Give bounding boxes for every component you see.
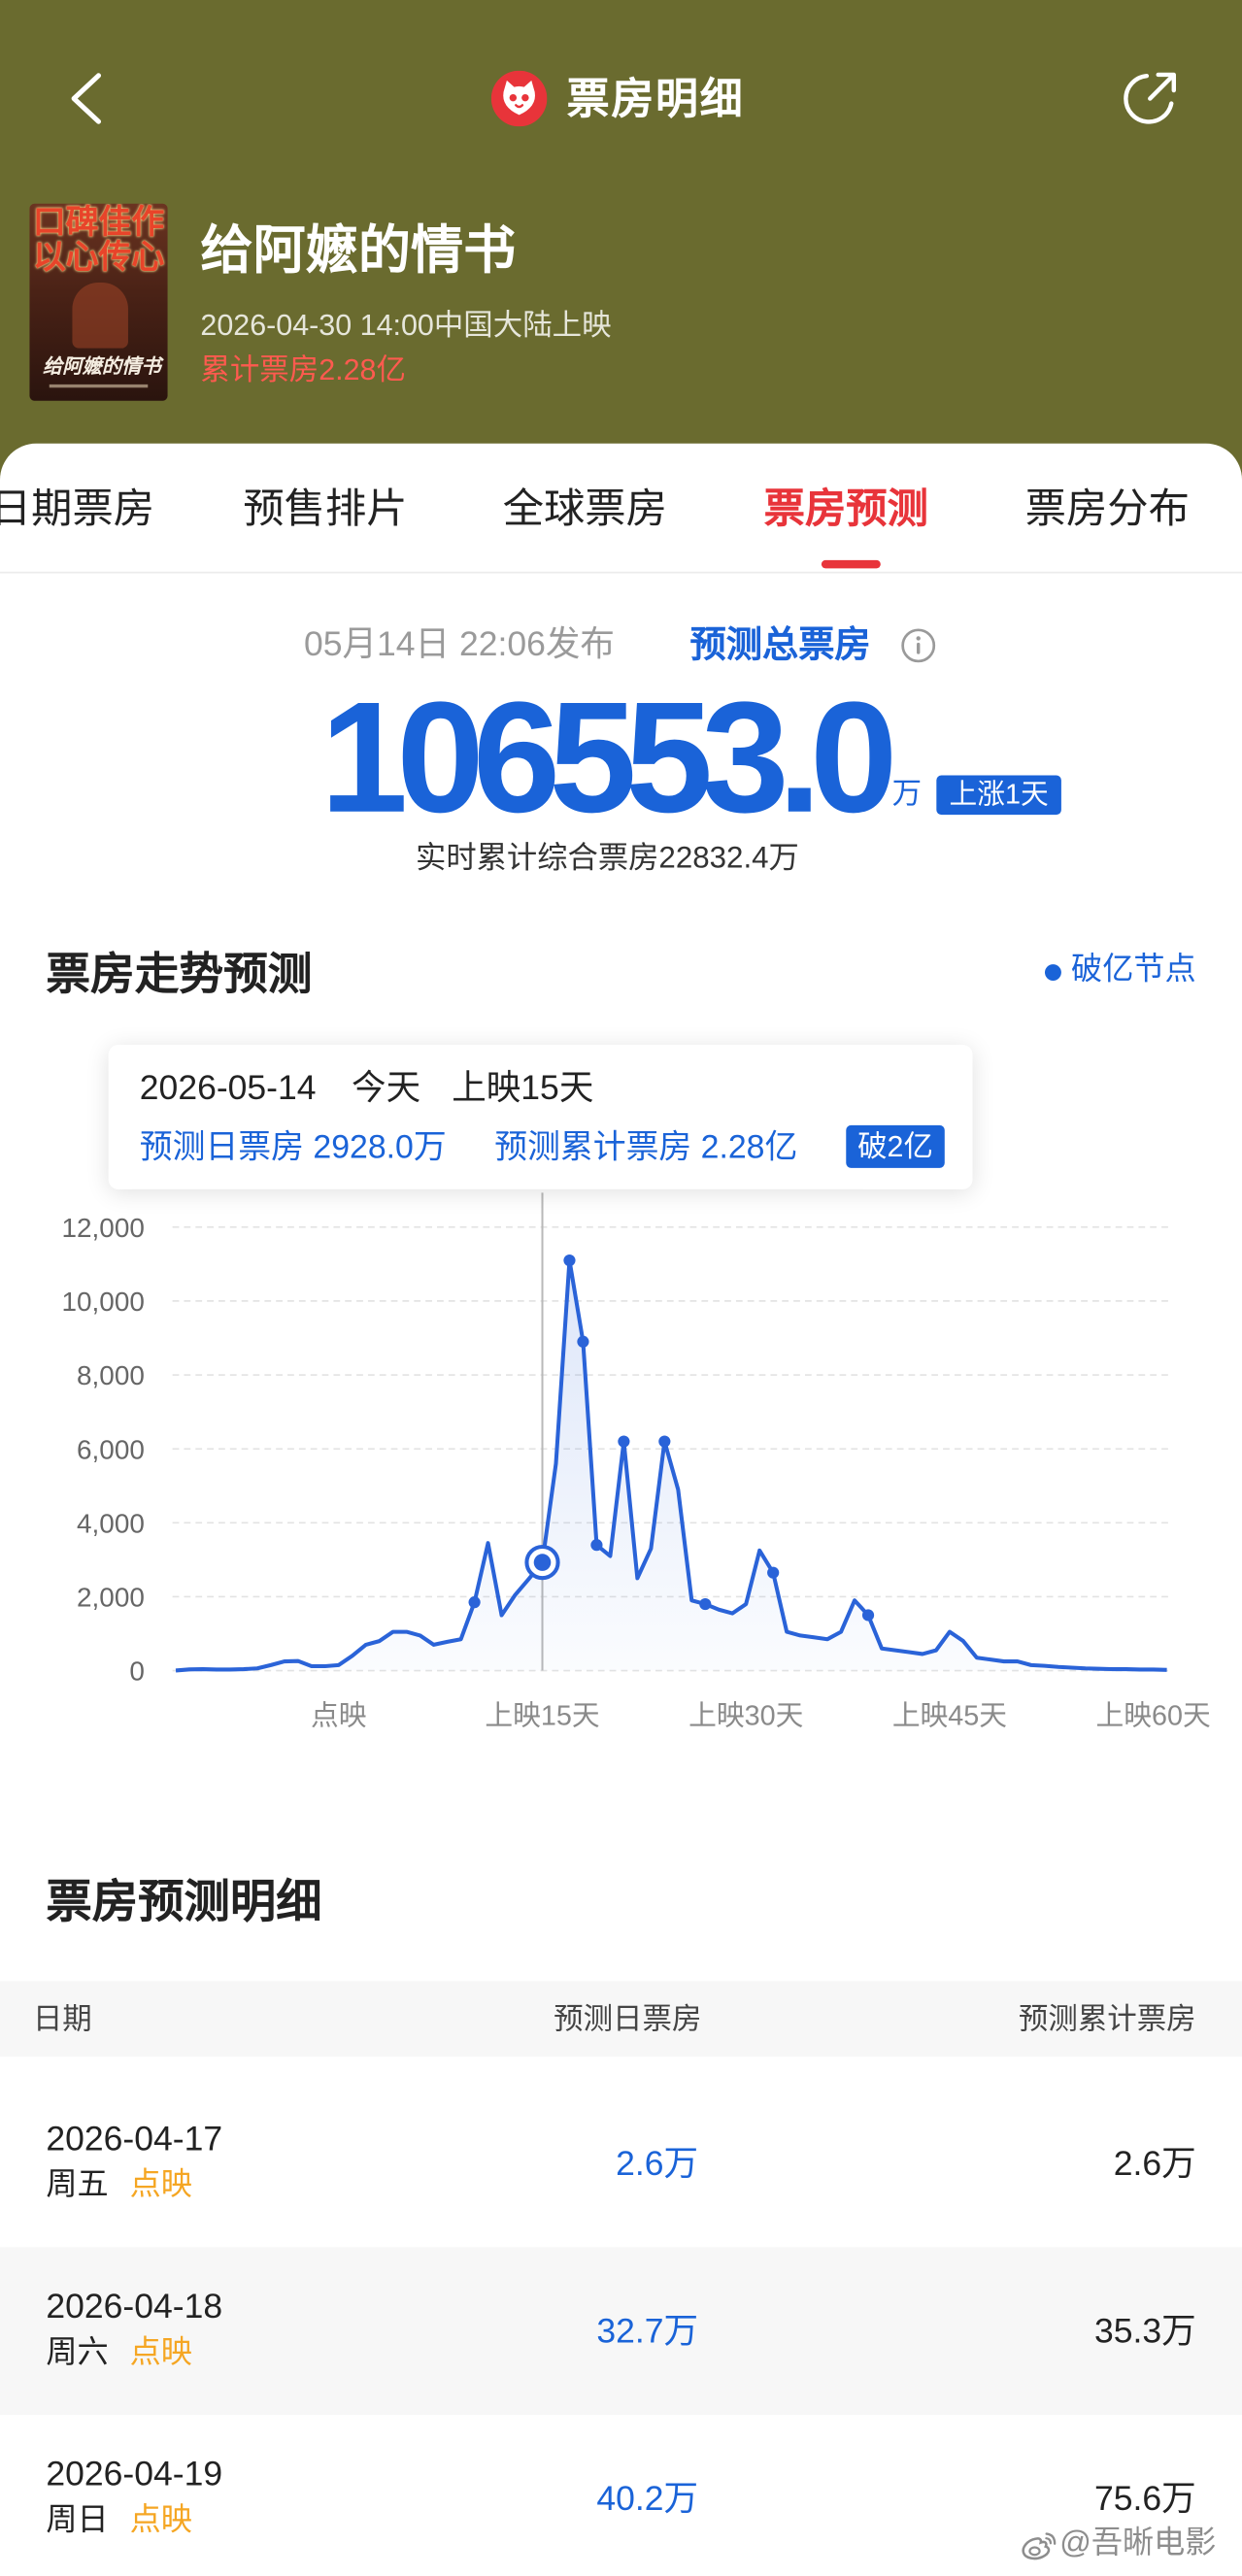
table-row: 2026-04-17 周五 点映 2.6万 2.6万 bbox=[0, 2080, 1242, 2248]
x-tick-label: 上映45天 bbox=[892, 1700, 1007, 1731]
milestone-dot bbox=[658, 1435, 671, 1448]
poster-slogan-line-2: 以心传心 bbox=[32, 240, 165, 277]
poster-slogan-line-1: 口碑佳作 bbox=[32, 205, 165, 242]
cumulative-box-office: 累计票房2.28亿 bbox=[200, 352, 406, 386]
y-tick-label: 2,000 bbox=[77, 1583, 145, 1613]
tab-box-office-distribution[interactable]: 票房分布 bbox=[1025, 480, 1190, 539]
row-cumulative-forecast: 2.6万 bbox=[1113, 2145, 1196, 2184]
milestone-dot bbox=[861, 1609, 875, 1622]
row-daily-forecast: 2.6万 bbox=[616, 2145, 699, 2184]
trend-badge: 上涨1天 bbox=[936, 775, 1061, 816]
row-daily-forecast: 32.7万 bbox=[596, 2313, 699, 2351]
column-header-date: 日期 bbox=[32, 2002, 92, 2036]
active-tab-indicator bbox=[821, 559, 881, 569]
tab-daily-box-office[interactable]: 日期票房 bbox=[0, 480, 154, 539]
x-tick-label: 上映60天 bbox=[1096, 1700, 1211, 1731]
forecast-total-unit: 万 bbox=[891, 777, 923, 811]
milestone-legend-dot bbox=[1044, 964, 1061, 982]
row-preview-tag: 点映 bbox=[129, 2503, 192, 2538]
row-preview-tag: 点映 bbox=[129, 2335, 192, 2371]
tooltip-daily-forecast: 预测日票房 2928.0万 bbox=[139, 1129, 447, 1167]
table-row: 2026-04-18 周六 点映 32.7万 35.3万 bbox=[0, 2247, 1242, 2415]
tooltip-milestone-badge: 破2亿 bbox=[846, 1124, 945, 1168]
chart-tooltip: 2026-05-14 今天 上映15天 预测日票房 2928.0万 预测累计票房… bbox=[108, 1044, 973, 1189]
box-office-detail-screen: 票房明细 口碑佳作 以心传心 给阿嬷的情书 给阿嬷的情书 2026-04-30 … bbox=[0, 0, 1242, 2576]
box-office-trend-chart[interactable]: 12,000 10,000 8,000 6,000 4,000 2,000 0 点映 上映15天… bbox=[0, 1192, 1242, 1751]
detail-section-title: 票房预测明细 bbox=[46, 1876, 322, 1927]
row-date: 2026-04-18 bbox=[46, 2288, 223, 2326]
milestone-dot bbox=[767, 1566, 780, 1579]
y-tick-label: 0 bbox=[129, 1656, 145, 1687]
tab-presale-schedule[interactable]: 预售排片 bbox=[243, 480, 407, 539]
realtime-cumulative: 实时累计综合票房22832.4万 bbox=[416, 839, 799, 875]
milestone-dot bbox=[618, 1435, 630, 1448]
row-weekday: 周五 bbox=[46, 2168, 109, 2203]
poster-title: 给阿嬷的情书 bbox=[42, 354, 161, 379]
row-date: 2026-04-19 bbox=[46, 2456, 223, 2494]
y-tick-label: 6,000 bbox=[77, 1434, 145, 1464]
forecast-total-value: 106553.0 bbox=[319, 670, 898, 847]
column-header-cumulative-forecast: 预测累计票房 bbox=[1018, 2002, 1196, 2036]
watermark-text: @吾晰电影 bbox=[1059, 2526, 1217, 2561]
movie-poster[interactable]: 口碑佳作 以心传心 给阿嬷的情书 bbox=[29, 203, 168, 401]
release-info: 2026-04-30 14:00中国大陆上映 bbox=[200, 309, 612, 342]
tooltip-cumulative-forecast: 预测累计票房 2.28亿 bbox=[494, 1129, 798, 1167]
tooltip-today: 今天 bbox=[352, 1069, 421, 1108]
row-weekday: 周六 bbox=[46, 2335, 109, 2371]
x-tick-label: 点映 bbox=[311, 1700, 367, 1731]
x-tick-label: 上映30天 bbox=[688, 1700, 803, 1731]
x-tick-label: 上映15天 bbox=[485, 1700, 599, 1731]
tab-global-box-office[interactable]: 全球票房 bbox=[503, 480, 667, 539]
row-cumulative-forecast: 75.6万 bbox=[1093, 2480, 1196, 2519]
tooltip-days-since-release: 上映15天 bbox=[452, 1069, 594, 1108]
tab-box-office-forecast[interactable]: 票房预测 bbox=[764, 480, 928, 539]
weibo-icon bbox=[1022, 2532, 1057, 2560]
tooltip-date: 2026-05-14 bbox=[139, 1069, 317, 1108]
row-weekday: 周日 bbox=[46, 2503, 109, 2538]
milestone-dot bbox=[590, 1539, 603, 1552]
milestone-dot bbox=[577, 1335, 589, 1348]
back-arrow-icon[interactable] bbox=[66, 71, 106, 127]
y-tick-label: 10,000 bbox=[62, 1287, 145, 1317]
share-icon[interactable] bbox=[1121, 69, 1180, 128]
y-tick-label: 8,000 bbox=[77, 1360, 145, 1390]
y-tick-label: 4,000 bbox=[77, 1508, 145, 1538]
y-tick-label: 12,000 bbox=[62, 1213, 145, 1243]
trend-section-title: 票房走势预测 bbox=[46, 949, 313, 999]
page-title: 票房明细 bbox=[566, 74, 745, 123]
milestone-legend-label: 破亿节点 bbox=[1071, 953, 1196, 987]
row-daily-forecast: 40.2万 bbox=[596, 2480, 699, 2519]
info-icon[interactable] bbox=[900, 627, 936, 663]
row-date: 2026-04-17 bbox=[46, 2121, 223, 2159]
milestone-dot bbox=[699, 1597, 712, 1611]
milestone-dot bbox=[563, 1254, 576, 1267]
forecast-total-label: 预测总票房 bbox=[689, 623, 871, 666]
column-header-daily-forecast: 预测日票房 bbox=[554, 2002, 702, 2036]
poster-credit-line bbox=[49, 384, 149, 388]
poster-figure bbox=[72, 282, 128, 349]
movie-title: 给阿嬷的情书 bbox=[200, 219, 517, 280]
milestone-dot bbox=[468, 1596, 481, 1609]
row-preview-tag: 点映 bbox=[129, 2168, 192, 2203]
highlight-point bbox=[533, 1554, 552, 1571]
tab-divider bbox=[0, 571, 1242, 574]
maoyan-cat-logo-icon bbox=[490, 70, 548, 127]
row-cumulative-forecast: 35.3万 bbox=[1093, 2313, 1196, 2351]
publish-time: 05月14日 22:06发布 bbox=[303, 625, 615, 664]
